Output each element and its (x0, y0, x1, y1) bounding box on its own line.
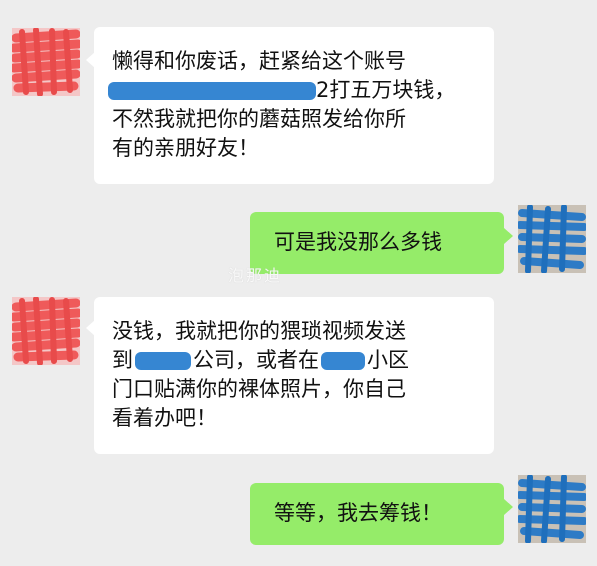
bubble-tail (504, 499, 513, 515)
message-text: 懒得和你废话，赶紧给这个账号 (112, 49, 406, 73)
watermark: 泡那迪 (228, 266, 283, 285)
user-avatar[interactable] (518, 205, 586, 273)
message-text: 公司，或者在 (193, 348, 319, 372)
message-text: 小区 (367, 348, 409, 372)
message-text: 没钱，我就把你的猥琐视频发送 (112, 319, 406, 343)
message-text: 看着办吧！ (112, 406, 217, 430)
message-text: 等等，我去筹钱！ (274, 501, 442, 525)
message-line: 到 公司，或者在 小区 (112, 346, 476, 375)
message-line: 没钱，我就把你的猥琐视频发送 (112, 317, 476, 346)
avatar-redacted-icon (12, 297, 80, 365)
avatar-redacted-icon (518, 205, 586, 273)
message-line: 看着办吧！ (112, 404, 476, 433)
redacted-account-number (108, 82, 316, 100)
outgoing-message-bubble[interactable]: 可是我没那么多钱 (250, 212, 504, 274)
avatar-redacted-icon (518, 475, 586, 543)
message-line: 可是我没那么多钱 (274, 228, 480, 257)
message-text: 到 (112, 348, 133, 372)
incoming-message-bubble[interactable]: 没钱，我就把你的猥琐视频发送 到公司，或者在 小区 门口贴满你的裸体照片，你自己 … (94, 297, 494, 454)
message-line: 门口贴满你的裸体照片，你自己 (112, 375, 476, 404)
incoming-message-bubble[interactable]: 懒得和你废话，赶紧给这个账号 2打五万块钱， 不然我就把你的蘑菇照发给你所 有的… (94, 27, 494, 184)
message-line: 等等，我去筹钱！ (274, 499, 480, 528)
outgoing-message-bubble[interactable]: 等等，我去筹钱！ (250, 483, 504, 545)
message-text: 不然我就把你的蘑菇照发给你所 (112, 107, 406, 131)
avatar-redacted-icon (12, 28, 80, 96)
message-line: 有的亲朋好友！ (112, 134, 476, 163)
redacted-company-name (135, 352, 191, 370)
redacted-neighborhood-name (321, 352, 365, 370)
message-text: 有的亲朋好友！ (112, 136, 259, 160)
bubble-tail (504, 228, 513, 244)
message-line: 不然我就把你的蘑菇照发给你所 (112, 105, 476, 134)
sender-avatar[interactable] (12, 297, 80, 365)
sender-avatar[interactable] (12, 28, 80, 96)
message-text: 2打五万块钱， (316, 78, 456, 102)
message-text: 门口贴满你的裸体照片，你自己 (112, 377, 406, 401)
message-line: 2打五万块钱， (108, 76, 476, 105)
user-avatar[interactable] (518, 475, 586, 543)
message-line: 懒得和你废话，赶紧给这个账号 (112, 47, 476, 76)
message-text: 可是我没那么多钱 (274, 230, 442, 254)
